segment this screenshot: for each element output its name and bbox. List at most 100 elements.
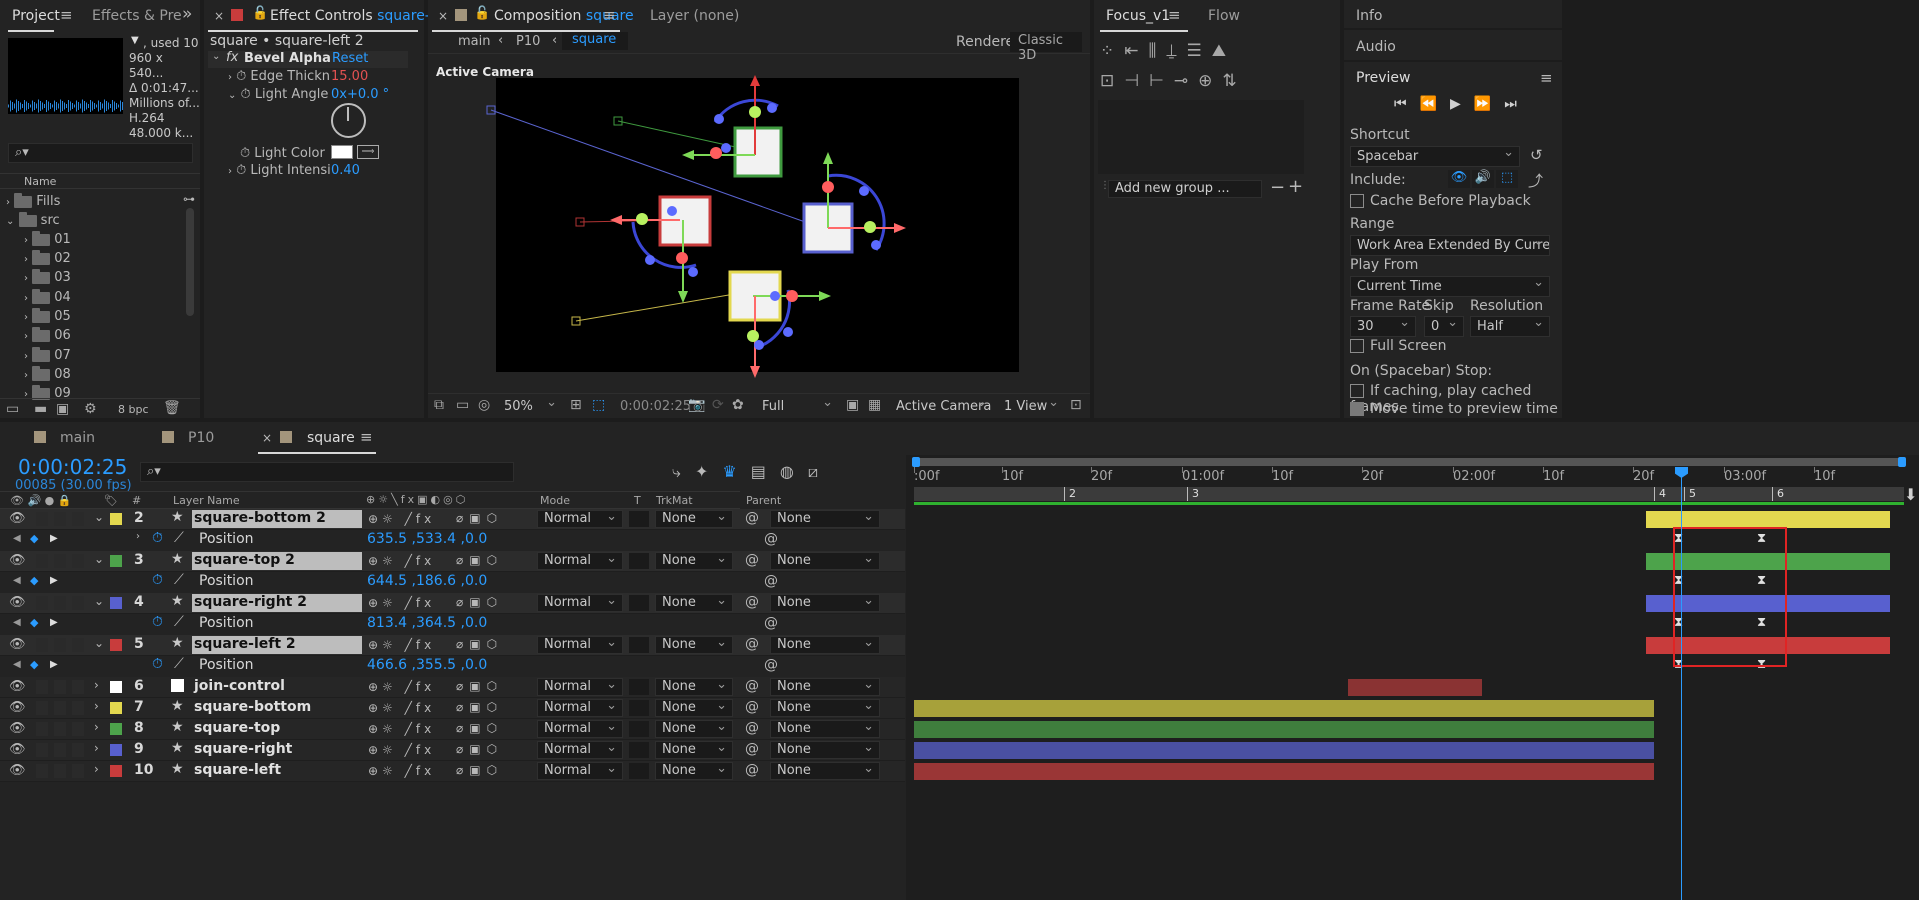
property-row[interactable]: ◀ ◆ ▶ ⏱ ⟋ Position 813.4 ,364.5 ,0.0 @	[0, 614, 905, 635]
label-color-swatch[interactable]	[110, 513, 122, 525]
trkmat-dropdown[interactable]: None	[655, 677, 733, 696]
twirl-icon[interactable]: ⌄	[94, 552, 104, 566]
keyframe-diamond-icon[interactable]: ◆	[30, 658, 38, 671]
trkmat-dropdown[interactable]: None	[655, 635, 733, 654]
trkmat-dropdown[interactable]: None	[655, 698, 733, 717]
edge-thickness-value[interactable]: 15.00	[331, 69, 368, 84]
collapse-icon[interactable]: ⌄	[212, 51, 220, 62]
layer-3d-icons[interactable]: ⌀▣⬡	[456, 637, 503, 651]
lock-toggle[interactable]	[72, 680, 84, 694]
property-row[interactable]: ◀ ◆ ▶ ⏱ ⟋ Position 644.5 ,186.6 ,0.0 @	[0, 572, 905, 593]
panel-menu-icon[interactable]: ≡	[360, 428, 373, 446]
layer-bar[interactable]	[914, 700, 1654, 717]
panel-menu-icon[interactable]: ≡	[60, 6, 73, 24]
label-color-swatch[interactable]	[110, 765, 122, 777]
comp-mini-flowchart-icon[interactable]: ⤷	[672, 462, 695, 481]
audio-toggle[interactable]	[36, 638, 48, 652]
layer-name[interactable]: square-left	[192, 762, 362, 780]
keyframe-nav-left-icon[interactable]: ◀	[13, 659, 21, 670]
mode-dropdown[interactable]: Normal	[537, 509, 623, 528]
twirl-icon[interactable]: ›	[94, 678, 99, 692]
stopwatch-icon[interactable]: ⏱	[236, 69, 246, 84]
layer-3d-icons[interactable]: ⌀▣⬡	[456, 721, 503, 735]
plus-icon[interactable]: +	[1288, 176, 1303, 197]
trkmat-dropdown[interactable]: None	[655, 740, 733, 759]
reset-button[interactable]: Reset	[332, 51, 368, 66]
work-area-bar[interactable]	[914, 502, 1904, 505]
eye-icon[interactable]: 👁	[9, 637, 26, 652]
keyframe-nav-left-icon[interactable]: ◀	[13, 617, 21, 628]
mode-dropdown[interactable]: Normal	[537, 593, 623, 612]
anchor-point-icon[interactable]: ⁘	[1100, 41, 1124, 61]
solo-toggle[interactable]	[54, 638, 66, 652]
add-group-input[interactable]: Add new group ...	[1108, 180, 1262, 198]
comp-marker[interactable]: 3	[1187, 487, 1203, 501]
previous-frame-icon[interactable]: ⏪	[1420, 96, 1450, 112]
info-tab[interactable]: Info	[1356, 8, 1383, 24]
panel-menu-icon[interactable]: ≡	[1540, 69, 1553, 87]
pick-whip-icon[interactable]: @	[745, 762, 759, 778]
preserve-transparency-toggle[interactable]	[629, 742, 649, 758]
project-search-input[interactable]: ⌕▾	[8, 143, 193, 163]
graph-editor-icon[interactable]: ⧄	[808, 462, 832, 481]
graph-icon[interactable]: ⟋	[174, 572, 184, 588]
layer-name[interactable]: join-control	[192, 678, 362, 696]
mode-dropdown[interactable]: Normal	[537, 761, 623, 780]
layer-3d-icons[interactable]: ⌀▣⬡	[456, 595, 503, 609]
layer-name[interactable]: square-right	[192, 741, 362, 759]
lock-icon[interactable]: 🔓	[474, 6, 490, 21]
layer-3d-icons[interactable]: ⌀▣⬡	[456, 700, 503, 714]
label-color-swatch[interactable]	[110, 681, 122, 693]
marker-track[interactable]: 2 3 45 6	[914, 487, 1904, 501]
crumb-main[interactable]: main	[458, 34, 490, 49]
expression-pick-whip-icon[interactable]: @	[764, 615, 778, 631]
pick-whip-icon[interactable]: @	[745, 699, 759, 715]
keyframe-diamond-icon[interactable]: ◆	[30, 532, 38, 545]
transparency-grid-icon[interactable]: ▦	[868, 397, 881, 413]
keyframe-nav-right-icon[interactable]: ▶	[50, 533, 58, 544]
layer-bar[interactable]	[914, 763, 1654, 780]
preserve-transparency-toggle[interactable]	[629, 700, 649, 716]
resolution-dropdown[interactable]: Half	[1470, 315, 1550, 337]
timeline-tab-square[interactable]: square	[307, 430, 355, 446]
region-of-interest-icon[interactable]: ⬚	[592, 397, 605, 413]
trkmat-dropdown[interactable]: None	[655, 509, 733, 528]
panel-menu-icon[interactable]: ≡	[1168, 6, 1181, 24]
layer-3d-icons[interactable]: ⌀▣⬡	[456, 679, 503, 693]
shortcut-dropdown[interactable]: Spacebar	[1350, 145, 1520, 167]
table-row[interactable]: 👁 › 9 ★ square-right ⊕☼ ╱fx ⌀▣⬡ Normal N…	[0, 740, 905, 761]
stopwatch-icon[interactable]: ⏱	[240, 146, 250, 161]
table-row[interactable]: 👁 ⌄ 5 ★ square-left 2 ⊕☼ ╱fx ⌀▣⬡ Normal …	[0, 635, 905, 656]
include-overlays-icon[interactable]: ⬚	[1496, 170, 1518, 188]
parent-dropdown[interactable]: None	[770, 698, 880, 717]
trkmat-dropdown[interactable]: None	[655, 761, 733, 780]
timeline-tab-p10[interactable]: P10	[188, 430, 214, 446]
table-row[interactable]: 👁 ⌄ 4 ★ square-right 2 ⊕☼ ╱fx ⌀▣⬡ Normal…	[0, 593, 905, 614]
layer-name[interactable]: square-right 2	[192, 594, 362, 612]
stopwatch-icon[interactable]: ⏱	[152, 656, 163, 672]
layer-name[interactable]: square-top	[192, 720, 362, 738]
solo-toggle[interactable]	[54, 554, 66, 568]
panel-menu-icon[interactable]: ≡	[603, 6, 616, 24]
color-channels-icon[interactable]: ✿	[732, 397, 744, 413]
audio-tab[interactable]: Audio	[1356, 39, 1396, 55]
preserve-transparency-toggle[interactable]	[629, 595, 649, 611]
lock-toggle[interactable]	[72, 638, 84, 652]
table-row[interactable]: 👁 ⌄ 2 ★ square-bottom 2 ⊕☼ ╱fx ⌀▣⬡ Norma…	[0, 509, 905, 530]
property-row[interactable]: ◀ ◆ ▶ › ⏱ ⟋ Position 635.5 ,533.4 ,0.0 @	[0, 530, 905, 551]
layer-switches[interactable]: ⊕☼ ╱fx	[368, 722, 435, 736]
light-intensity-value[interactable]: 0.40	[331, 163, 360, 178]
toggle-pixel-aspect-icon[interactable]: ⊡	[1070, 397, 1082, 413]
mountains-icon[interactable]: ⛰	[1212, 41, 1236, 61]
angle-dial[interactable]	[331, 103, 366, 138]
parent-dropdown[interactable]: None	[770, 509, 880, 528]
navigator-start-handle[interactable]	[912, 457, 920, 467]
comp-marker[interactable]: 4	[1654, 487, 1670, 501]
play-from-dropdown[interactable]: Current Time	[1350, 275, 1550, 297]
expression-pick-whip-icon[interactable]: @	[764, 573, 778, 589]
mode-dropdown[interactable]: Normal	[537, 551, 623, 570]
position-value[interactable]: 644.5 ,186.6 ,0.0	[367, 573, 487, 589]
eye-icon[interactable]: 👁	[9, 553, 26, 568]
layer-3d-icons[interactable]: ⌀▣⬡	[456, 763, 503, 777]
pick-whip-icon[interactable]: @	[745, 510, 759, 526]
